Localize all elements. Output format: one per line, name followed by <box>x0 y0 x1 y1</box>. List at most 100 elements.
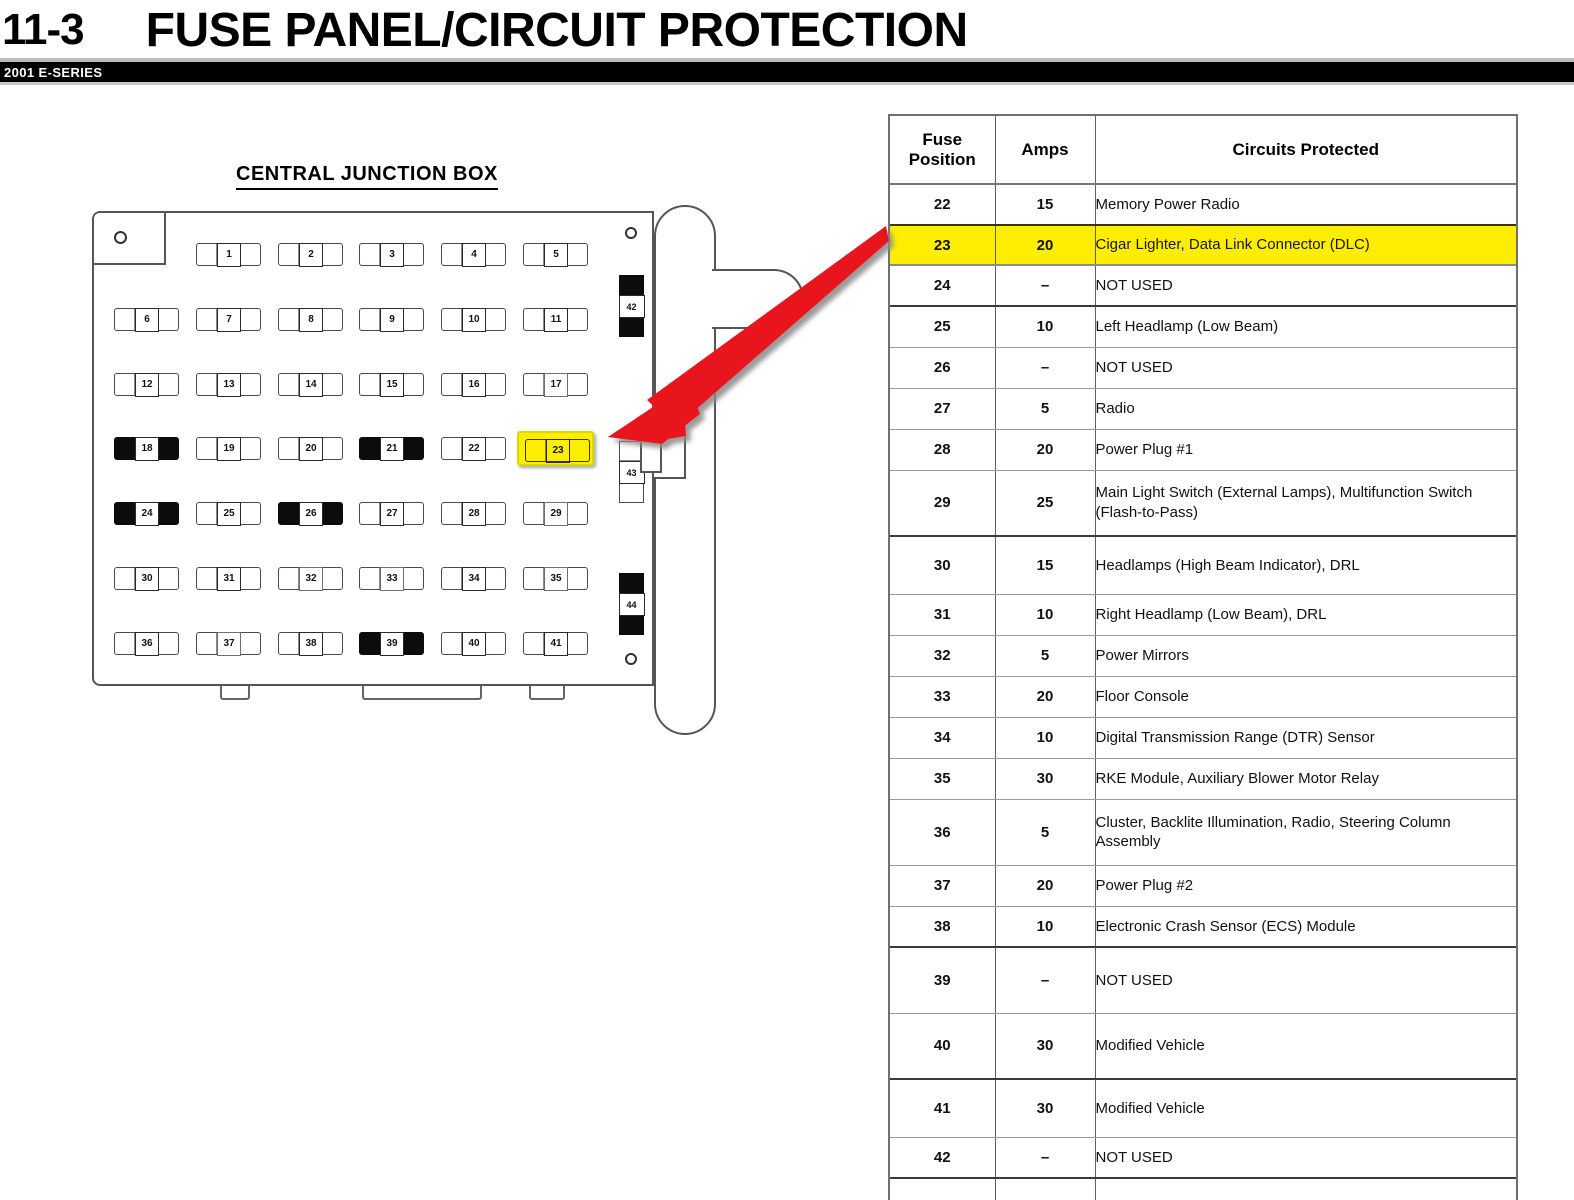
fuse-slot-25[interactable]: 25 <box>196 501 261 526</box>
fuse-slot-39[interactable]: 39 <box>359 631 424 656</box>
cell-fuse-position: 41 <box>890 1079 996 1138</box>
table-row[interactable]: 39– NOT USED <box>890 947 1516 1014</box>
cell-circuits-protected: Headlamps (High Beam Indicator), DRL <box>1095 536 1516 595</box>
table-row[interactable]: 41 30 Modified Vehicle <box>890 1079 1516 1138</box>
table-row[interactable]: 38 10 Electronic Crash Sensor (ECS) Module <box>890 906 1516 948</box>
fuse-slot-right-cell <box>403 438 423 459</box>
fuse-number-label: 13 <box>217 372 241 397</box>
fuse-number-label: 42 <box>618 294 645 319</box>
fuse-slot-7[interactable]: 7 <box>196 307 261 332</box>
strip-screw-hole-bottom-icon <box>625 653 637 665</box>
fuse-slot-23[interactable]: 23 <box>525 438 590 463</box>
fuse-slot-right-cell <box>159 633 178 654</box>
fuse-slot-38[interactable]: 38 <box>278 631 343 656</box>
fuse-slot-40[interactable]: 40 <box>441 631 506 656</box>
fuse-number-label: 12 <box>135 372 159 397</box>
table-row[interactable]: 40 30 Modified Vehicle <box>890 1013 1516 1080</box>
cell-amps: – <box>995 265 1096 307</box>
table-row[interactable]: 30 15 Headlamps (High Beam Indicator), DRL <box>890 536 1516 595</box>
fuse-slot-34[interactable]: 34 <box>441 566 506 591</box>
cell-circuits-protected: Digital Transmission Range (DTR) Sensor <box>1095 717 1516 759</box>
fuse-number-label: 14 <box>299 372 323 397</box>
fuse-number-label: 27 <box>380 501 404 526</box>
fuse-slot-right-cell <box>323 633 342 654</box>
fuse-slot-2[interactable]: 2 <box>278 242 343 267</box>
fuse-slot-15[interactable]: 15 <box>359 372 424 397</box>
fuse-slot-36[interactable]: 36 <box>114 631 179 656</box>
fuse-number-label: 18 <box>135 436 159 461</box>
table-row[interactable]: 4320 c.b.Power Windows <box>890 1178 1516 1200</box>
fuse-slot-29[interactable]: 29 <box>523 501 588 526</box>
table-row[interactable]: 24– NOT USED <box>890 265 1516 307</box>
fuse-slot-37[interactable]: 37 <box>196 631 261 656</box>
table-row-highlighted[interactable]: 23 20 Cigar Lighter, Data Link Connector (… <box>890 224 1516 266</box>
fuse-slot-28[interactable]: 28 <box>441 501 506 526</box>
cell-amps: 20 c.b. <box>995 1178 1096 1200</box>
fuse-slot-20[interactable]: 20 <box>278 436 343 461</box>
table-row[interactable]: 29 25 Main Light Switch (External Lamps), … <box>890 470 1516 537</box>
fuse-slot-18[interactable]: 18 <box>114 436 179 461</box>
table-row[interactable]: 28 20 Power Plug #1 <box>890 429 1516 471</box>
fuse-slot-left-cell <box>115 503 136 524</box>
fuse-slot-42[interactable]: 42 <box>618 275 645 337</box>
fuse-slot-24[interactable]: 24 <box>114 501 179 526</box>
fuse-slot-41[interactable]: 41 <box>523 631 588 656</box>
table-row[interactable]: 42– NOT USED <box>890 1137 1516 1179</box>
fuse-slot-6[interactable]: 6 <box>114 307 179 332</box>
cell-fuse-position: 33 <box>890 676 996 718</box>
fuse-slot-3[interactable]: 3 <box>359 242 424 267</box>
table-row[interactable]: 32 5 Power Mirrors <box>890 635 1516 677</box>
fuse-slot-5[interactable]: 5 <box>523 242 588 267</box>
cell-amps: 10 <box>995 594 1096 636</box>
fuse-slot-12[interactable]: 12 <box>114 372 179 397</box>
fuse-number-label: 34 <box>462 566 486 591</box>
table-row[interactable]: 37 20 Power Plug #2 <box>890 865 1516 907</box>
cell-amps: 20 <box>995 429 1096 471</box>
fuse-slot-30[interactable]: 30 <box>114 566 179 591</box>
fuse-slot-16[interactable]: 16 <box>441 372 506 397</box>
table-row[interactable]: 31 10 Right Headlamp (Low Beam), DRL <box>890 594 1516 636</box>
fuse-slot-13[interactable]: 13 <box>196 372 261 397</box>
fuse-slot-31[interactable]: 31 <box>196 566 261 591</box>
cell-circuits-protected: Modified Vehicle <box>1095 1079 1516 1138</box>
fuse-slot-9[interactable]: 9 <box>359 307 424 332</box>
table-row[interactable]: 36 5 Cluster, Backlite Illumination, Radio… <box>890 799 1516 866</box>
fuse-slot-4[interactable]: 4 <box>441 242 506 267</box>
fuse-number-label: 20 <box>299 436 323 461</box>
fuse-slot-1[interactable]: 1 <box>196 242 261 267</box>
fuse-slot-right-cell <box>323 309 342 330</box>
fuse-slot-22[interactable]: 22 <box>441 436 506 461</box>
fuse-number-label: 3 <box>380 242 404 267</box>
fuse-number-label: 26 <box>299 501 323 526</box>
table-row[interactable]: 34 10 Digital Transmission Range (DTR) Sen… <box>890 717 1516 759</box>
fuse-slot-11[interactable]: 11 <box>523 307 588 332</box>
fuse-slot-17[interactable]: 17 <box>523 372 588 397</box>
cell-amps: 15 <box>995 184 1096 226</box>
fuse-slot-26[interactable]: 26 <box>278 501 343 526</box>
table-row[interactable]: 27 5 Radio <box>890 388 1516 430</box>
table-row[interactable]: 33 20 Floor Console <box>890 676 1516 718</box>
fuse-slot-left-cell <box>442 438 463 459</box>
table-row[interactable]: 26– NOT USED <box>890 347 1516 389</box>
fuse-highlight-23[interactable]: 23 <box>517 431 594 466</box>
fuse-slot-44[interactable]: 44 <box>618 573 645 635</box>
fuse-slot-35[interactable]: 35 <box>523 566 588 591</box>
fuse-slot-14[interactable]: 14 <box>278 372 343 397</box>
fuse-slot-right-cell <box>404 309 423 330</box>
fuse-slot-32[interactable]: 32 <box>278 566 343 591</box>
central-junction-box-diagram: 42 43 44 1 2 3 4 5 6 7 8 9 10 11 12 13 14 15 16 17 18 19 20 21… <box>92 205 804 735</box>
table-row[interactable]: 25 10 Left Headlamp (Low Beam) <box>890 306 1516 348</box>
fuse-slot-8[interactable]: 8 <box>278 307 343 332</box>
table-row[interactable]: 22 15 Memory Power Radio <box>890 184 1516 226</box>
cell-amps: 5 <box>995 799 1096 866</box>
cell-circuits-protected: Power Windows <box>1095 1178 1516 1200</box>
connector-tab <box>712 269 804 329</box>
cell-amps: 20 <box>995 676 1096 718</box>
fuse-slot-33[interactable]: 33 <box>359 566 424 591</box>
fuse-slot-19[interactable]: 19 <box>196 436 261 461</box>
table-row[interactable]: 35 30 RKE Module, Auxiliary Blower Motor R… <box>890 758 1516 800</box>
fuse-slot-27[interactable]: 27 <box>359 501 424 526</box>
fuse-slot-21[interactable]: 21 <box>359 436 424 461</box>
fuse-slot-left-cell <box>115 438 136 459</box>
fuse-slot-10[interactable]: 10 <box>441 307 506 332</box>
